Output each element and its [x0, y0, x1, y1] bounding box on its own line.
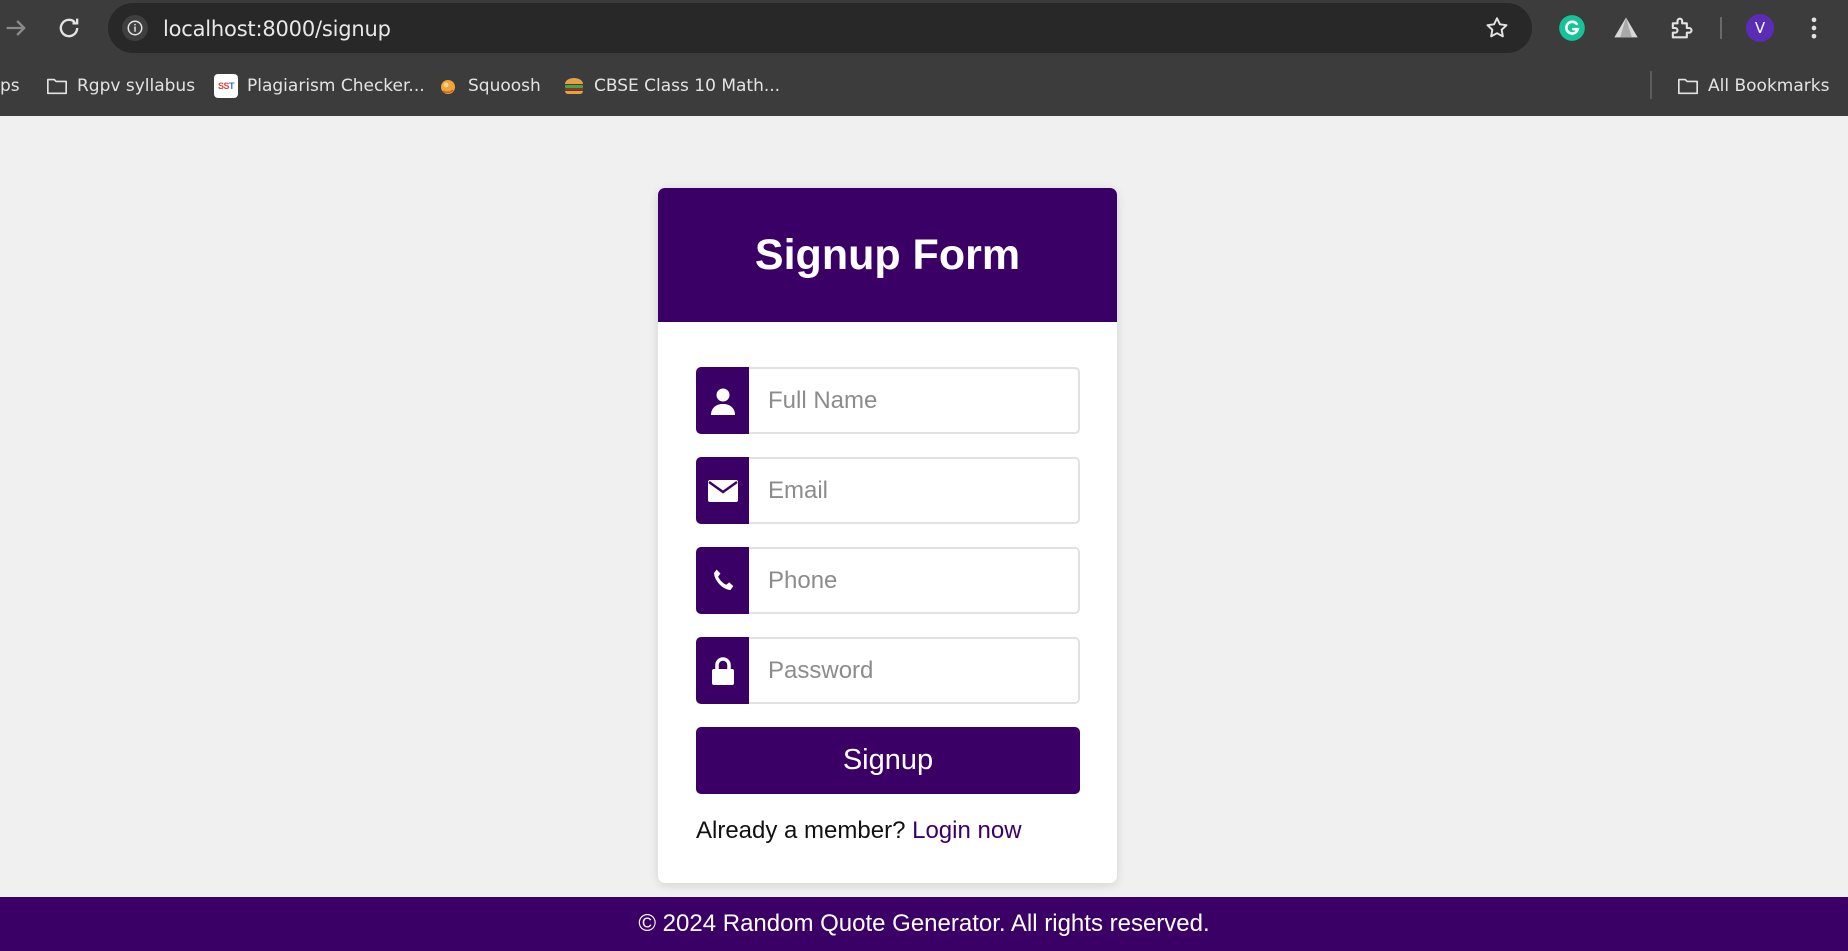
site-info-icon[interactable] [122, 15, 148, 41]
bookmark-label: Plagiarism Checker... [247, 76, 425, 96]
signup-button[interactable]: Signup [696, 727, 1080, 794]
member-text: Already a member? [696, 817, 906, 844]
extensions-puzzle-icon[interactable] [1667, 14, 1695, 42]
bookmark-label: ps [0, 76, 20, 96]
folder-icon [46, 75, 68, 97]
more-menu-icon[interactable] [1800, 14, 1828, 42]
footer-copyright: © 2024 Random Quote Generator. All right… [638, 910, 1210, 937]
password-input[interactable] [749, 637, 1080, 704]
lock-icon [696, 637, 749, 704]
bookmark-label: CBSE Class 10 Math... [594, 76, 781, 96]
envelope-icon [696, 457, 749, 524]
phone-input[interactable] [749, 547, 1080, 614]
full-name-field [696, 367, 1080, 434]
sst-favicon-icon: SS T [214, 74, 238, 98]
folder-icon [1677, 75, 1699, 97]
bookmarks-divider [1650, 71, 1652, 99]
login-now-link[interactable]: Login now [912, 817, 1021, 844]
sst-favicon-text-b: T [229, 81, 235, 91]
burger-icon [563, 75, 585, 97]
all-bookmarks-button[interactable]: All Bookmarks [1677, 73, 1829, 99]
full-name-input[interactable] [749, 367, 1080, 434]
bookmark-plagiarism-checker[interactable]: SS T Plagiarism Checker... [214, 73, 425, 99]
email-input[interactable] [749, 457, 1080, 524]
signup-card: Signup Form Signup [658, 188, 1117, 883]
user-icon [696, 367, 749, 434]
page-footer: © 2024 Random Quote Generator. All right… [0, 897, 1848, 951]
reload-icon[interactable] [55, 14, 83, 42]
bookmark-rgpv-syllabus[interactable]: Rgpv syllabus [46, 73, 195, 99]
toolbar-divider [1720, 17, 1722, 39]
password-field [696, 637, 1080, 704]
sst-favicon-text-a: SS [217, 81, 230, 91]
all-bookmarks-label: All Bookmarks [1708, 76, 1830, 96]
phone-icon [696, 547, 749, 614]
bookmark-label: Squoosh [468, 76, 541, 96]
bookmark-squoosh[interactable]: Squoosh [437, 73, 541, 99]
email-field [696, 457, 1080, 524]
signup-card-header: Signup Form [658, 188, 1117, 322]
profile-avatar[interactable]: V [1746, 14, 1774, 42]
bookmark-label: Rgpv syllabus [77, 76, 196, 96]
bookmark-cbse-class-10-math[interactable]: CBSE Class 10 Math... [563, 73, 780, 99]
squoosh-icon [437, 75, 459, 97]
phone-field [696, 547, 1080, 614]
address-bar[interactable]: localhost:8000/signup [108, 3, 1532, 53]
browser-toolbar: localhost:8000/signup V [0, 0, 1848, 57]
bookmarks-bar: ps Rgpv syllabus SS T Plagiarism Checker.… [0, 57, 1848, 116]
triangle-extension-icon[interactable] [1612, 14, 1640, 42]
bookmark-apps[interactable]: ps [0, 73, 20, 99]
grammarly-extension-icon[interactable] [1558, 14, 1586, 42]
signup-form: Signup Already a member? Login now [696, 367, 1080, 845]
login-prompt: Already a member? Login now [696, 817, 1080, 845]
page-title: Signup Form [754, 230, 1021, 279]
url-text[interactable]: localhost:8000/signup [163, 17, 391, 41]
bookmark-star-icon[interactable] [1484, 15, 1510, 41]
forward-arrow-icon[interactable] [2, 14, 30, 42]
